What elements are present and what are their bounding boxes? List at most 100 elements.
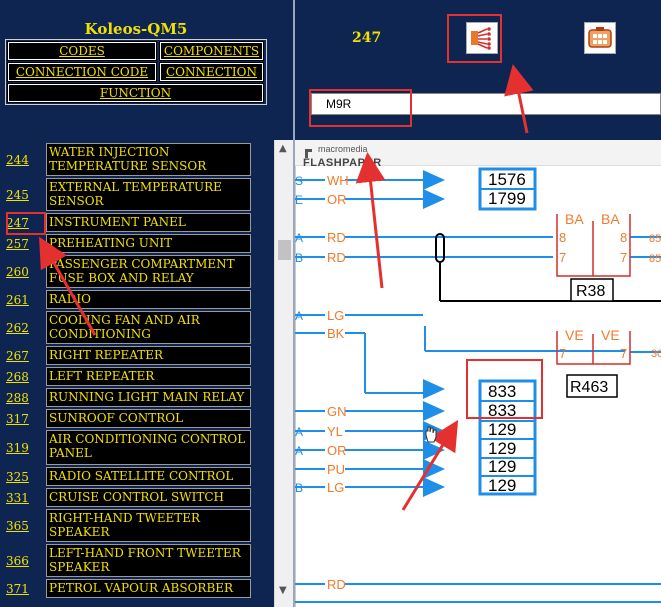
scroll-up-icon[interactable]: ▲ <box>279 143 287 154</box>
wire-color-label: GN <box>327 404 347 419</box>
relay-pin: 7 <box>620 250 627 265</box>
list-scrollbar[interactable]: ▲ ▼ <box>274 140 293 607</box>
component-code-link[interactable]: 371 <box>6 582 44 596</box>
component-code-link[interactable]: 365 <box>6 519 44 533</box>
component-description: PREHEATING UNIT <box>46 234 251 253</box>
component-code-link[interactable]: 331 <box>6 491 44 505</box>
component-description: AIR CONDITIONING CONTROL PANEL <box>46 430 251 465</box>
component-description: LEFT REPEATER <box>46 367 251 386</box>
component-code-link[interactable]: 317 <box>6 412 44 426</box>
component-code-link[interactable]: 319 <box>6 441 44 455</box>
nav-connection-link[interactable]: CONNECTION <box>159 62 264 82</box>
list-item[interactable]: 262 COOLING FAN AND AIR CONDITIONING <box>6 311 251 344</box>
wire-color-label: RD <box>327 577 346 592</box>
relay-label: VE <box>565 327 584 343</box>
wire-color-label: WH <box>327 173 349 188</box>
list-item[interactable]: 288 RUNNING LIGHT MAIN RELAY <box>6 388 251 407</box>
component-code-link[interactable]: 257 <box>6 237 44 251</box>
scrollbar-thumb[interactable] <box>278 240 291 260</box>
component-description: PASSENGER COMPARTMENT FUSE BOX AND RELAY <box>46 255 251 288</box>
wire-end-letter: A <box>295 444 303 458</box>
component-description: INSTRUMENT PANEL <box>46 213 251 232</box>
wire-color-label: OR <box>327 192 347 207</box>
component-code-link[interactable]: 288 <box>6 391 44 405</box>
list-item[interactable]: 257 PREHEATING UNIT <box>6 234 251 253</box>
circuit-number: 129 <box>488 420 516 439</box>
nav-function-link[interactable]: FUNCTION <box>7 83 264 103</box>
relay-pin: 7 <box>559 346 566 361</box>
list-item[interactable]: 325 RADIO SATELLITE CONTROL <box>6 467 251 486</box>
component-code-link[interactable]: 245 <box>6 188 44 202</box>
component-description: EXTERNAL TEMPERATURE SENSOR <box>46 178 251 211</box>
connector-code-field[interactable]: M9R <box>311 93 661 115</box>
scroll-down-icon[interactable]: ▼ <box>279 585 287 596</box>
component-code-link[interactable]: 268 <box>6 370 44 384</box>
list-item[interactable]: 268 LEFT REPEATER <box>6 367 251 386</box>
list-item[interactable]: 260 PASSENGER COMPARTMENT FUSE BOX AND RE… <box>6 255 251 288</box>
component-code-link[interactable]: 261 <box>6 293 44 307</box>
nav-codes-link[interactable]: CODES <box>7 41 157 61</box>
wire-end-letter: E <box>295 193 303 207</box>
component-description: RADIO <box>46 290 251 309</box>
component-description: PETROL VAPOUR ABSORBER <box>46 579 251 598</box>
harness-connector-icon[interactable] <box>466 22 498 54</box>
component-description: RIGHT-HAND TWEETER SPEAKER <box>46 509 251 542</box>
hand-cursor-icon <box>423 425 439 443</box>
list-item[interactable]: 267 RIGHT REPEATER <box>6 346 251 365</box>
component-description: SUNROOF CONTROL <box>46 409 251 428</box>
selected-component-code: 247 <box>352 30 382 46</box>
nav-components-link[interactable]: COMPONENTS <box>159 41 264 61</box>
wire-color-label: LG <box>327 308 344 323</box>
relay-name-r38: R38 <box>576 283 605 300</box>
app-title: Koleos-QM5 <box>84 20 188 38</box>
list-item[interactable]: 244 WATER INJECTION TEMPERATURE SENSOR <box>6 143 251 176</box>
list-item[interactable]: 261 RADIO <box>6 290 251 309</box>
relay-pin: 85 <box>649 233 661 245</box>
component-code-link[interactable]: 262 <box>6 321 44 335</box>
nav-connection-code-link[interactable]: CONNECTION CODE <box>7 62 157 82</box>
list-item[interactable]: 371 PETROL VAPOUR ABSORBER <box>6 579 251 598</box>
component-code-link[interactable]: 325 <box>6 470 44 484</box>
relay-pin: 8 <box>620 230 627 245</box>
relay-pin: 7 <box>559 250 566 265</box>
wire-end-letter: B <box>295 251 303 265</box>
relay-label: BA <box>565 211 584 227</box>
component-description: COOLING FAN AND AIR CONDITIONING <box>46 311 251 344</box>
circuit-number: 1576 <box>488 170 526 189</box>
wire-color-label: PU <box>327 462 345 477</box>
list-item[interactable]: 319 AIR CONDITIONING CONTROL PANEL <box>6 430 251 465</box>
component-code-link[interactable]: 247 <box>6 216 44 230</box>
list-item[interactable]: 366 LEFT-HAND FRONT TWEETER SPEAKER <box>6 544 251 577</box>
wire-end-letter: A <box>295 309 303 323</box>
component-code-link[interactable]: 366 <box>6 554 44 568</box>
component-description: LEFT-HAND FRONT TWEETER SPEAKER <box>46 544 251 577</box>
list-item[interactable]: 331 CRUISE CONTROL SWITCH <box>6 488 251 507</box>
wire-end-letter: S <box>295 174 303 188</box>
wire-color-label: OR <box>327 443 347 458</box>
component-description: RADIO SATELLITE CONTROL <box>46 467 251 486</box>
relay-pin: 85 <box>649 253 661 265</box>
component-code-link[interactable]: 244 <box>6 153 44 167</box>
list-item[interactable]: 365 RIGHT-HAND TWEETER SPEAKER <box>6 509 251 542</box>
wire-color-label: RD <box>327 250 346 265</box>
circuit-number: 129 <box>488 476 516 495</box>
flashpaper-logo: macromedia FLASHPAPER <box>303 145 382 169</box>
component-description: WATER INJECTION TEMPERATURE SENSOR <box>46 143 251 176</box>
component-description: RIGHT REPEATER <box>46 346 251 365</box>
list-item[interactable]: 245 EXTERNAL TEMPERATURE SENSOR <box>6 178 251 211</box>
circuit-number: 129 <box>488 439 516 458</box>
list-item[interactable]: 247 INSTRUMENT PANEL <box>6 213 251 232</box>
component-description: RUNNING LIGHT MAIN RELAY <box>46 388 251 407</box>
circuit-number: 833 <box>488 401 516 420</box>
component-code-link[interactable]: 260 <box>6 265 44 279</box>
list-item[interactable]: 317 SUNROOF CONTROL <box>6 409 251 428</box>
circuit-number: 833 <box>488 382 516 401</box>
relay-label: VE <box>601 327 620 343</box>
relay-pin: 30 <box>651 348 661 360</box>
relay-label: BA <box>601 211 620 227</box>
relay-name-r463: R463 <box>570 379 608 396</box>
wire-end-letter: B <box>295 481 303 495</box>
connector-plug-icon[interactable] <box>584 22 616 54</box>
component-code-link[interactable]: 267 <box>6 349 44 363</box>
wire-color-label: LG <box>327 480 344 495</box>
